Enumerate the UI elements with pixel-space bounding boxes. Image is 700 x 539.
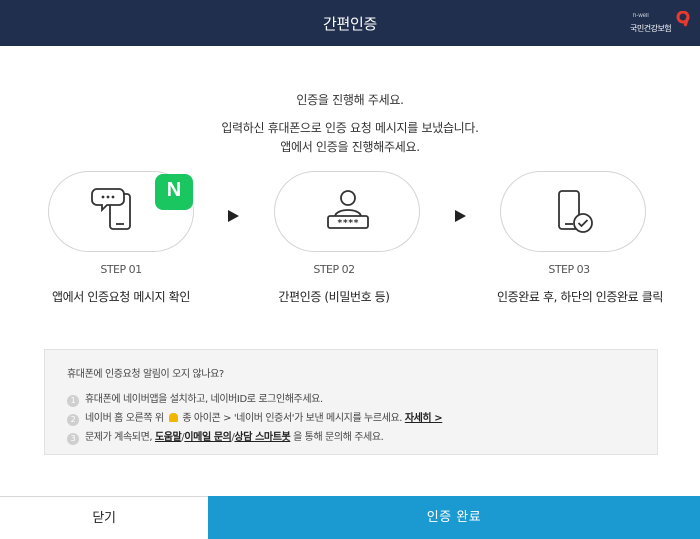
intro-text-line-1: 입력하신 휴대폰으로 인증 요청 메시지를 보냈습니다. [221,121,479,135]
step-1-label: STEP 01 [100,263,142,276]
page-title: 간편인증 [322,15,377,33]
header-bar: 간편인증 h-well 국민건강보험 [0,0,700,46]
help-item-text: 휴대폰에 네이버앱을 설치하고, 네이버ID로 로그인해주세요. [85,394,323,405]
help-item-text: 을 통해 문의해 주세요. [293,432,384,443]
help-item-2: 2 네이버 홈 오른쪽 위 종 아이콘 > '네이버 인증서'가 보낸 메시지를 … [67,409,443,426]
email-inquiry-link[interactable]: 이메일 문의 [184,432,231,443]
help-item-text: 네이버 홈 오른쪽 위 [85,413,164,424]
intro-text-line-2: 앱에서 인증을 진행해주세요. [280,140,420,154]
help-link[interactable]: 도움말 [155,432,182,443]
svg-text:****: **** [337,219,359,229]
nhis-logo: h-well 국민건강보험 [630,11,690,37]
naver-app-icon: N [155,174,193,210]
bell-icon [168,413,178,422]
help-item-text: 문제가 계속되면, [85,432,153,443]
step-3-desc: 인증완료 후, 하단의 인증완료 클릭 [496,290,664,304]
step-2-card: **** [274,171,420,252]
help-item-text: 종 아이콘 > '네이버 인증서'가 보낸 메시지를 누르세요. [182,413,403,424]
naver-badge-letter: N [166,179,182,201]
details-link[interactable]: 자세히 > [405,413,443,424]
logo-sub-text: h-well [633,13,649,19]
close-button[interactable]: 닫기 [0,496,208,539]
help-number-badge: 2 [67,414,79,426]
user-password-icon: **** [327,190,369,229]
step-3-label: STEP 03 [548,263,590,276]
help-box: 휴대폰에 인증요청 알림이 오지 않나요? 1 휴대폰에 네이버앱을 설치하고, … [44,349,658,455]
auth-complete-button[interactable]: 인증 완료 [208,496,700,539]
help-title: 휴대폰에 인증요청 알림이 오지 않나요? [67,369,224,380]
help-number-badge: 1 [67,395,79,407]
step-arrow-icon [455,210,466,222]
step-2-label: STEP 02 [313,263,355,276]
step-arrow-icon [228,210,239,222]
step-3-card [500,171,646,252]
intro-heading: 인증을 진행해 주세요. [296,93,404,107]
step-1-desc: 앱에서 인증요청 메시지 확인 [52,290,190,304]
phone-check-icon [558,190,593,233]
help-item-1: 1 휴대폰에 네이버앱을 설치하고, 네이버ID로 로그인해주세요. [67,390,323,407]
smartbot-link[interactable]: 상담 스마트봇 [234,432,290,443]
step-2-desc: 간편인증 (비밀번호 등) [278,290,390,304]
logo-mark-icon [676,11,690,27]
logo-text: 국민건강보험 [630,24,672,33]
help-item-3: 3 문제가 계속되면, 도움말/이메일 문의/상담 스마트봇 을 통해 문의해 주… [67,428,384,445]
help-number-badge: 3 [67,433,79,445]
